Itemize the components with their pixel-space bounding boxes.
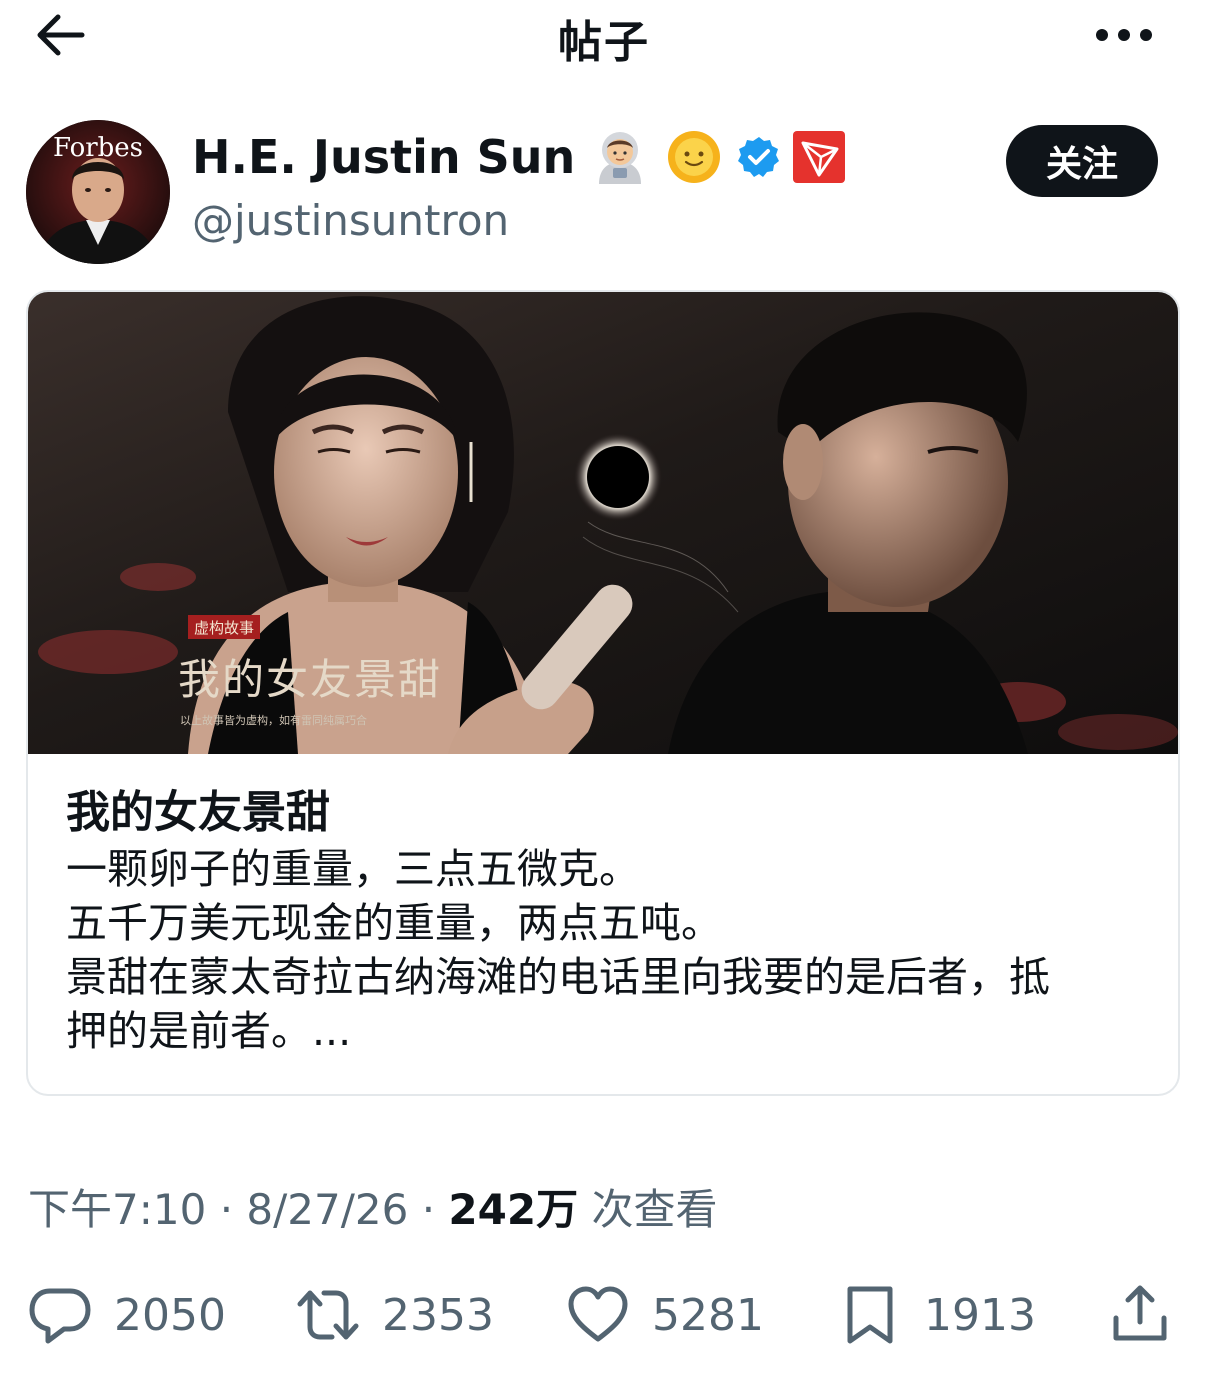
heart-icon: [568, 1286, 628, 1342]
image-tag-text: 虚构故事: [194, 619, 254, 637]
share-icon: [1113, 1285, 1167, 1341]
share-button[interactable]: [1108, 1282, 1172, 1346]
more-dots-icon: [1096, 29, 1152, 41]
retweet-icon: [297, 1290, 359, 1340]
card-title: 我的女友景甜: [66, 787, 330, 838]
separator-dot: ·: [421, 1185, 436, 1234]
sun-face-emoji-icon: [665, 128, 723, 186]
top-bar: 帖子: [0, 0, 1208, 80]
verified-badge-icon: [737, 135, 781, 179]
bookmark-button[interactable]: 1913: [838, 1280, 1036, 1350]
card-excerpt-line: 一颗卵子的重量，三点五微克。: [66, 845, 640, 893]
image-title-text: 我的女友景甜: [178, 655, 442, 704]
avatar[interactable]: Forbes: [26, 120, 170, 264]
view-count-label: 次查看: [591, 1185, 718, 1234]
post-time[interactable]: 下午7:10: [28, 1185, 206, 1234]
card-excerpt-line: 押的是前者。...: [66, 1007, 352, 1055]
link-preview-card[interactable]: 虚构故事 我的女友景甜 以上故事皆为虚构，如有雷同纯属巧合 我的女友景甜 一颗卵…: [26, 290, 1180, 1096]
page-title: 帖子: [558, 17, 650, 68]
like-button[interactable]: 5281: [566, 1280, 764, 1350]
image-disclaimer-text: 以上故事皆为虚构，如有雷同纯属巧合: [180, 713, 367, 727]
author-name-row[interactable]: H.E. Justin Sun: [192, 128, 846, 186]
avatar-forbes-text: Forbes: [53, 133, 143, 163]
post-date[interactable]: 8/27/26: [246, 1185, 408, 1234]
follow-button[interactable]: 关注: [1006, 125, 1158, 197]
card-excerpt-line: 五千万美元现金的重量，两点五吨。: [66, 899, 722, 947]
like-count: 5281: [652, 1289, 764, 1341]
card-excerpt: 一颗卵子的重量，三点五微克。 五千万美元现金的重量，两点五吨。 景甜在蒙太奇拉古…: [66, 842, 1156, 1058]
card-excerpt-line: 景甜在蒙太奇拉古纳海滩的电话里向我要的是后者，抵: [66, 953, 1050, 1001]
post-metadata: 下午7:10 · 8/27/26 · 242万 次查看: [28, 1176, 717, 1237]
reply-button[interactable]: 2050: [28, 1280, 226, 1350]
view-count: 242万: [448, 1185, 579, 1234]
card-image: 虚构故事 我的女友景甜 以上故事皆为虚构，如有雷同纯属巧合: [28, 292, 1178, 754]
reply-count: 2050: [114, 1289, 226, 1341]
astronaut-emoji-icon: [591, 128, 649, 186]
retweet-count: 2353: [382, 1289, 494, 1341]
bookmark-count: 1913: [924, 1289, 1036, 1341]
tron-logo-icon: [793, 131, 846, 183]
retweet-button[interactable]: 2353: [296, 1280, 494, 1350]
more-options-button[interactable]: [1092, 20, 1156, 50]
avatar-image: Forbes: [26, 120, 170, 264]
author-display-name: H.E. Justin Sun: [192, 130, 576, 184]
separator-dot: ·: [219, 1185, 234, 1234]
author-handle[interactable]: @justinsuntron: [192, 196, 509, 245]
reply-bubble-icon: [29, 1288, 91, 1344]
bookmark-icon: [847, 1286, 893, 1344]
